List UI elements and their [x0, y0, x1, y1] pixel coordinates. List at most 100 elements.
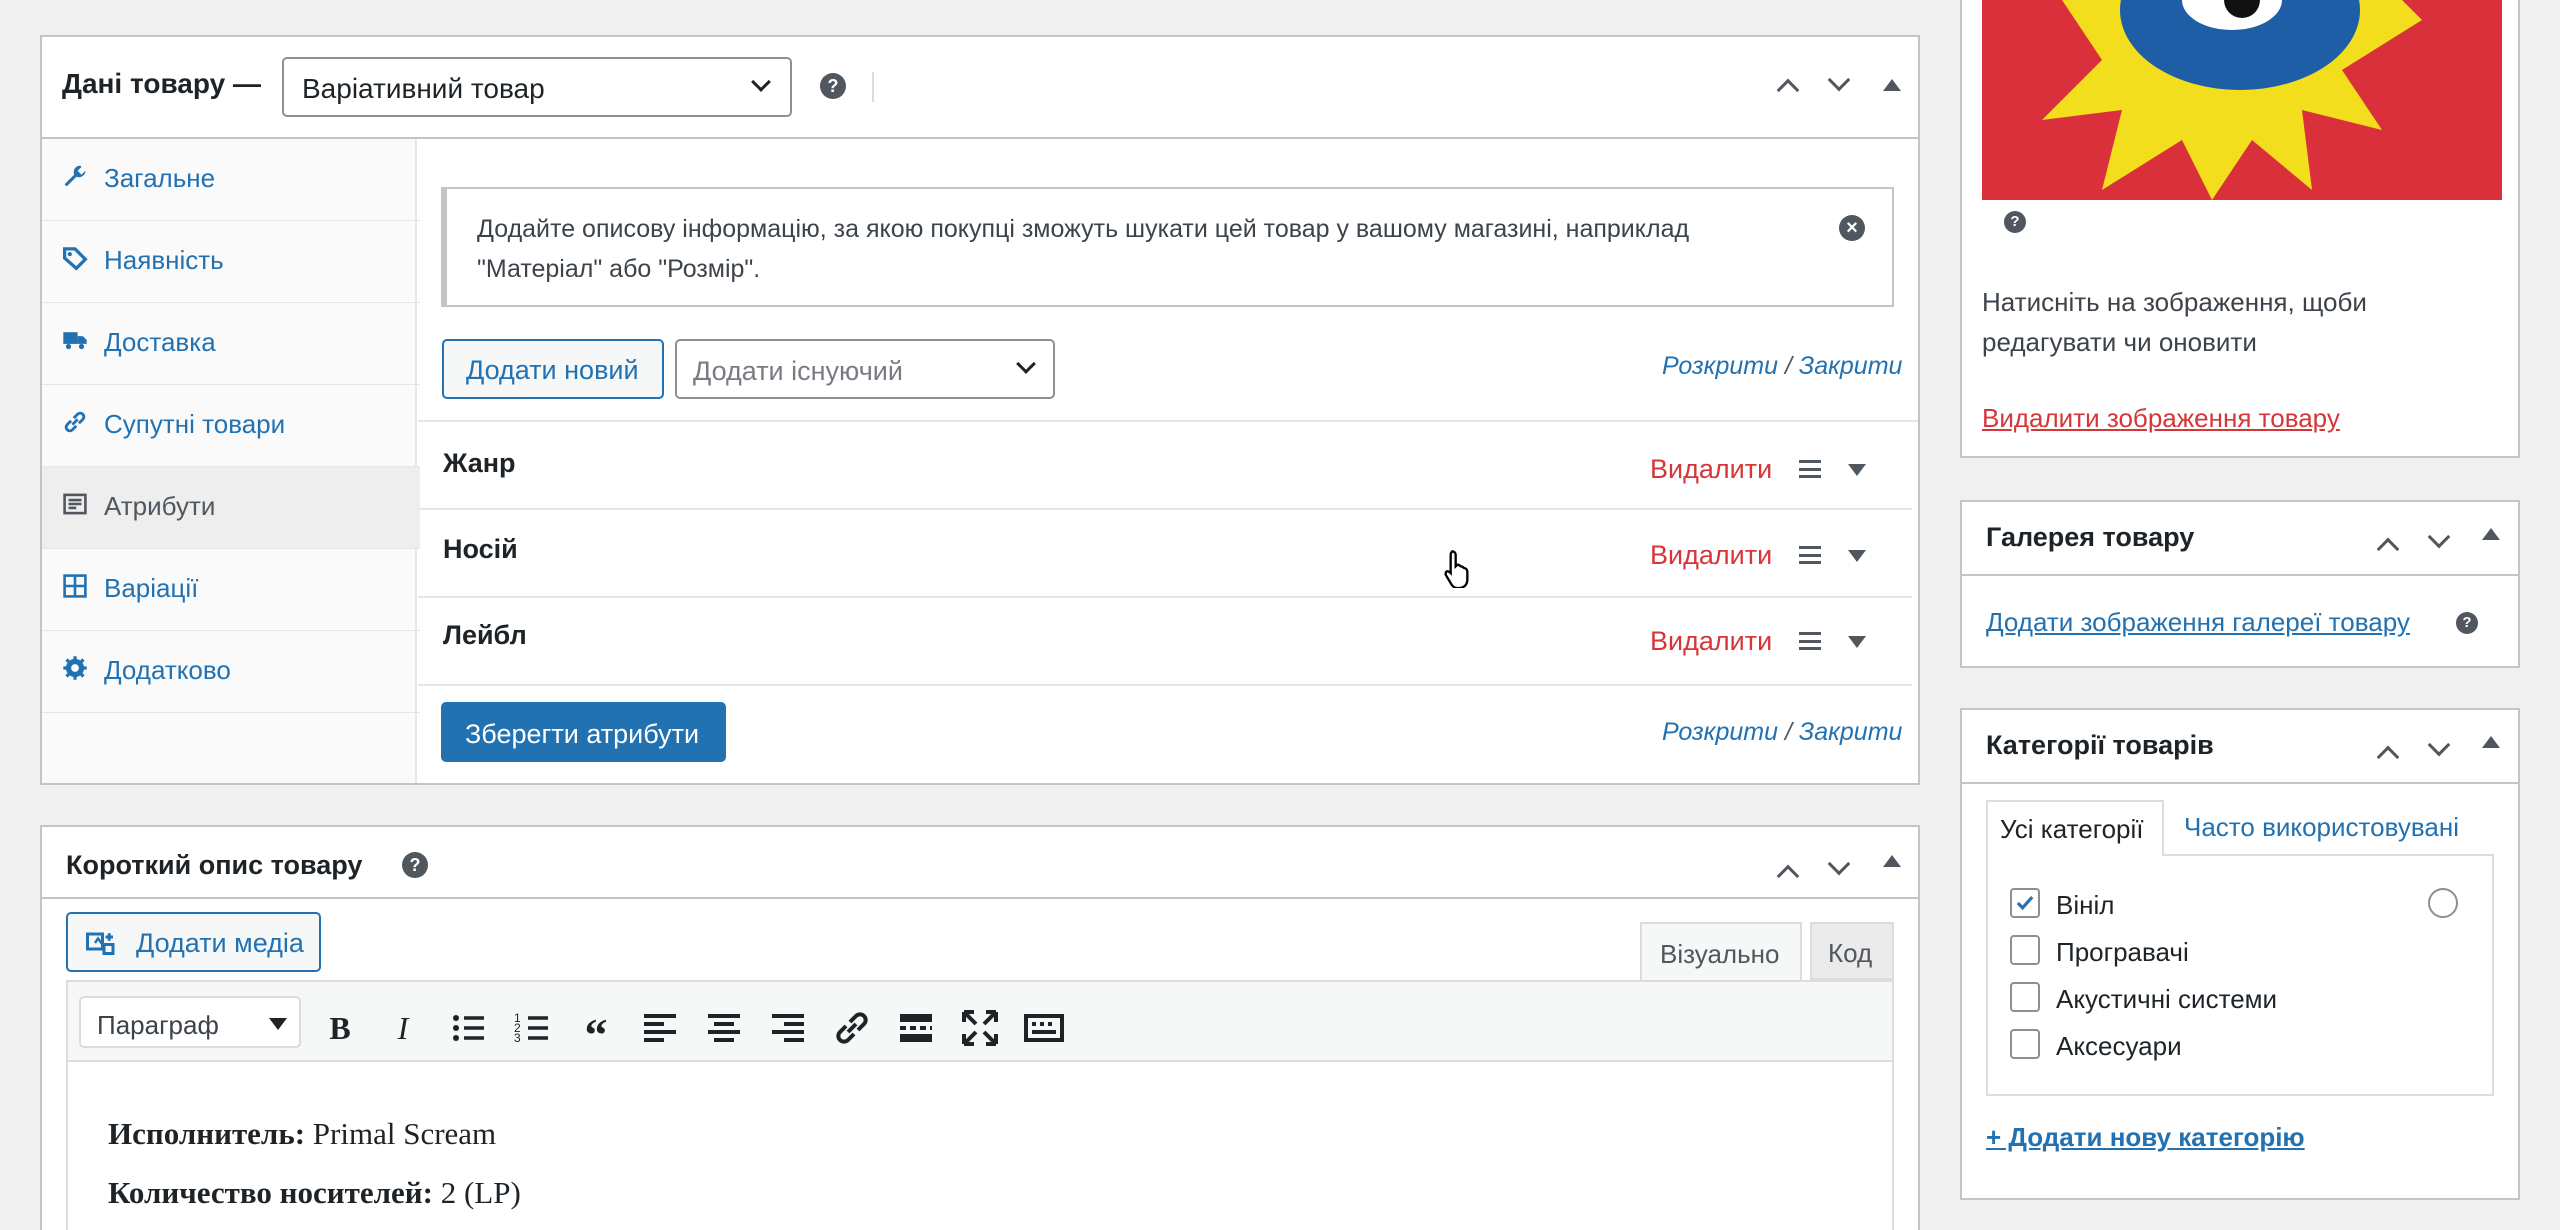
tab-popular-categories[interactable]: Часто використовувані: [2184, 812, 2459, 843]
tab-attributes[interactable]: Атрибути: [42, 467, 420, 549]
save-attributes-button[interactable]: Зберегти атрибути: [441, 702, 726, 762]
add-gallery-images-link[interactable]: Додати зображення галереї товару: [1986, 607, 2410, 638]
expand-close-top: Розкрити / Закрити: [1662, 352, 1902, 381]
tab-all-categories[interactable]: Усі категорії: [1986, 800, 2164, 856]
add-new-attribute-button[interactable]: Додати новий: [442, 339, 664, 399]
tab-shipping[interactable]: Доставка: [42, 303, 420, 385]
drag-handle-icon[interactable]: [1799, 460, 1821, 478]
tab-shipping-label: Доставка: [104, 327, 216, 357]
chevron-down-icon: [1016, 354, 1036, 374]
category-checkbox[interactable]: [2010, 982, 2040, 1012]
tab-advanced[interactable]: Додатково: [42, 631, 420, 713]
remove-attribute-link[interactable]: Видалити: [1650, 454, 1772, 485]
add-new-category-link[interactable]: + Додати нову категорію: [1986, 1122, 2305, 1153]
notice-text: Додайте описову інформацію, за якою поку…: [477, 215, 1690, 283]
tab-inventory[interactable]: Наявність: [42, 221, 420, 303]
list-icon: [63, 493, 87, 515]
add-new-label: Додати новий: [466, 355, 639, 385]
toolbar-toggle-icon[interactable]: [1024, 1008, 1064, 1048]
attribute-row[interactable]: Жанр Видалити: [418, 422, 1912, 510]
categories-header-separator: [1962, 782, 2518, 784]
help-icon[interactable]: ?: [2456, 612, 2478, 634]
attribute-name: Носій: [443, 534, 518, 564]
category-checklist: Вініл Програвачі Акустичні системи Аксес…: [1986, 854, 2494, 1096]
tab-general-label: Загальне: [104, 163, 216, 193]
content-line: Количество носителей: 2 (LP): [108, 1175, 521, 1211]
collapse-toggle-icon[interactable]: [2482, 736, 2500, 748]
content-line: Исполнитель: Primal Scream: [108, 1116, 496, 1152]
product-data-title: Дані товару —: [62, 68, 261, 99]
read-more-icon[interactable]: [896, 1008, 936, 1048]
product-image[interactable]: [1982, 0, 2502, 200]
tab-visual-label: Візуально: [1660, 939, 1780, 969]
tab-variations[interactable]: Варіації: [42, 549, 420, 631]
fullscreen-icon[interactable]: [960, 1008, 1000, 1048]
bullet-list-icon[interactable]: [448, 1008, 488, 1048]
blockquote-icon[interactable]: “: [576, 1008, 616, 1058]
link-icon[interactable]: [832, 1008, 872, 1048]
gallery-title: Галерея товару: [1986, 522, 2195, 552]
remove-image-link[interactable]: Видалити зображення товару: [1982, 403, 2340, 434]
category-label: Програвачі: [2056, 937, 2189, 967]
short-description-title: Короткий опис товару: [66, 850, 363, 880]
content-label: Исполнитель:: [108, 1116, 306, 1151]
dismiss-icon[interactable]: ×: [1839, 215, 1865, 241]
expand-arrow-icon[interactable]: [1848, 550, 1866, 562]
drag-handle-icon[interactable]: [1799, 546, 1821, 564]
help-icon[interactable]: ?: [2004, 211, 2026, 233]
editor-content[interactable]: Исполнитель: Primal Scream Количество но…: [66, 1062, 1894, 1230]
svg-text:3: 3: [514, 1031, 521, 1045]
italic-icon[interactable]: I: [383, 1008, 423, 1048]
attribute-row[interactable]: Носій Видалити: [418, 510, 1912, 598]
tab-linked-label: Супутні товари: [104, 409, 286, 439]
drag-handle-icon[interactable]: [1799, 632, 1821, 650]
category-checkbox[interactable]: [2010, 935, 2040, 965]
tab-variations-label: Варіації: [104, 573, 199, 603]
category-label: Акустичні системи: [2056, 984, 2278, 1014]
help-icon[interactable]: ?: [402, 852, 428, 878]
content-label: Количество носителей:: [108, 1175, 433, 1210]
remove-attribute-link[interactable]: Видалити: [1650, 540, 1772, 571]
align-right-icon[interactable]: [768, 1008, 808, 1048]
gear-icon: [63, 656, 87, 680]
tab-visual[interactable]: Візуально: [1640, 922, 1802, 982]
close-link[interactable]: Закрити: [1799, 352, 1903, 380]
tab-code[interactable]: Код: [1810, 922, 1894, 980]
format-select[interactable]: Параграф: [79, 996, 301, 1048]
tab-code-label: Код: [1828, 938, 1873, 968]
collapse-toggle-icon[interactable]: [2482, 528, 2500, 540]
content-value: Primal Scream: [312, 1116, 497, 1151]
expand-link[interactable]: Розкрити: [1662, 718, 1778, 746]
align-center-icon[interactable]: [704, 1008, 744, 1048]
collapse-toggle-icon[interactable]: [1883, 79, 1901, 91]
add-media-label: Додати медіа: [136, 928, 304, 958]
expand-close-separator: /: [1784, 352, 1792, 380]
expand-arrow-icon[interactable]: [1848, 464, 1866, 476]
tab-general[interactable]: Загальне: [42, 139, 420, 221]
bold-icon[interactable]: B: [320, 1008, 360, 1048]
save-attributes-label: Зберегти атрибути: [465, 719, 700, 749]
expand-arrow-icon[interactable]: [1848, 636, 1866, 648]
category-checkbox[interactable]: [2010, 1029, 2040, 1059]
category-checkbox[interactable]: [2010, 888, 2040, 918]
collapse-toggle-icon[interactable]: [1883, 855, 1901, 867]
expand-link[interactable]: Розкрити: [1662, 352, 1778, 380]
wrench-icon: [64, 165, 86, 187]
chevron-down-icon: [751, 72, 771, 92]
attribute-row[interactable]: Лейбл Видалити: [418, 598, 1912, 686]
close-link[interactable]: Закрити: [1799, 718, 1903, 746]
format-value: Параграф: [97, 1010, 219, 1040]
product-tabs-nav: Загальне Наявність Доставка Супутні това…: [42, 139, 420, 783]
help-icon[interactable]: ?: [820, 73, 846, 99]
gallery-header-separator: [1962, 574, 2518, 576]
add-existing-select[interactable]: Додати існуючий: [675, 339, 1055, 399]
grid-icon: [63, 574, 87, 598]
add-media-button[interactable]: Додати медіа: [66, 912, 321, 972]
attribute-list: Жанр Видалити Носій Видалити Лейбл Видал…: [418, 420, 1918, 686]
remove-attribute-link[interactable]: Видалити: [1650, 626, 1772, 657]
numbered-list-icon[interactable]: 123: [512, 1008, 552, 1048]
primary-category-radio[interactable]: [2428, 888, 2458, 918]
product-type-select[interactable]: Варіативний товар: [282, 57, 792, 117]
tab-linked-products[interactable]: Супутні товари: [42, 385, 420, 467]
align-left-icon[interactable]: [640, 1008, 680, 1048]
